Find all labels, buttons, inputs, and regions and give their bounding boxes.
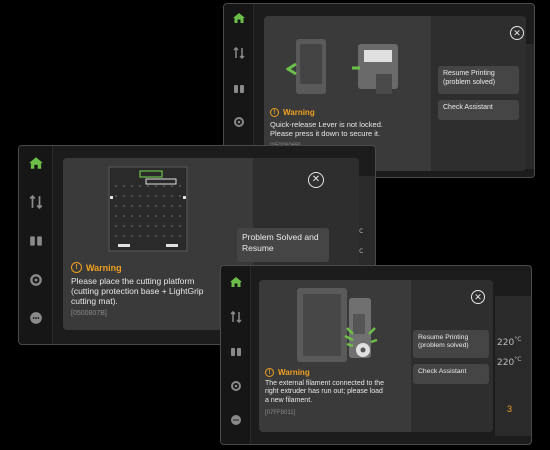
cutting-platform-illustration: [108, 166, 188, 252]
nozzle-temp-left: 220°C: [497, 336, 522, 348]
warning-dialog: ✕ ! Warning The external filament connec…: [259, 280, 493, 432]
warning-message: Please place the cutting platform (cutti…: [71, 276, 204, 307]
filament-icon[interactable]: [230, 346, 242, 360]
warning-icon: !: [71, 262, 82, 273]
warning-header: ! Warning: [265, 368, 310, 377]
ams-slot-count: 3: [507, 404, 513, 414]
check-assistant-button[interactable]: Check Assistant: [413, 364, 489, 384]
screen-filament-runout-warning: 220°C 220°C 3 ✕ ! Warning The external f…: [220, 265, 532, 445]
error-code: [0500807B]: [71, 310, 107, 317]
settings-icon[interactable]: [233, 116, 245, 130]
home-icon[interactable]: [229, 276, 243, 290]
warning-icon: !: [270, 108, 279, 117]
chat-icon[interactable]: [29, 311, 43, 327]
sidebar: [19, 146, 53, 344]
axis-control-icon[interactable]: [29, 194, 43, 211]
settings-icon[interactable]: [230, 380, 242, 394]
warning-header: ! Warning: [270, 108, 315, 117]
filament-icon[interactable]: [233, 83, 245, 97]
resume-printing-button[interactable]: Resume Printing (problem solved): [413, 330, 489, 358]
close-icon[interactable]: ✕: [308, 172, 324, 188]
problem-solved-resume-button[interactable]: Problem Solved and Resume: [237, 228, 329, 262]
warning-header: ! Warning: [71, 262, 122, 273]
extruder-illustration: [297, 288, 378, 362]
warning-title: Warning: [283, 108, 315, 117]
warning-message: Quick-release Lever is not locked. Pleas…: [270, 120, 383, 138]
check-assistant-button[interactable]: Check Assistant: [438, 100, 519, 120]
resume-printing-button[interactable]: Resume Printing (problem solved): [438, 66, 519, 94]
sidebar: [221, 266, 251, 444]
axis-control-icon[interactable]: [232, 46, 245, 61]
close-icon[interactable]: ✕: [510, 26, 524, 40]
close-icon[interactable]: ✕: [471, 290, 485, 304]
warning-title: Warning: [86, 262, 122, 273]
home-icon[interactable]: [28, 156, 44, 172]
warning-message: The external filament connected to the r…: [265, 380, 385, 404]
error-code: [07FF8011]: [265, 410, 296, 416]
nozzle-temp-right: 220°C: [497, 356, 522, 368]
axis-control-icon[interactable]: [229, 310, 242, 325]
home-icon[interactable]: [232, 12, 246, 26]
warning-icon: !: [265, 368, 274, 377]
settings-icon[interactable]: [29, 273, 43, 289]
warning-title: Warning: [278, 368, 310, 377]
filament-icon[interactable]: [29, 234, 43, 250]
lever-illustration: [286, 39, 398, 94]
chat-icon[interactable]: [230, 414, 242, 428]
